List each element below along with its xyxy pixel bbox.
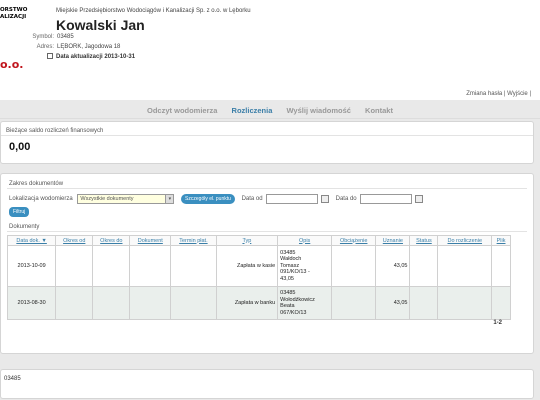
cell-type: Zapłata w banku <box>215 286 279 320</box>
pager: 1-2 <box>493 320 502 326</box>
cell-due-date <box>170 245 217 287</box>
cell-type: Zapłata w kasie <box>215 245 279 287</box>
cell-description: 03485 Wołodźkowicz Beata 067/KO/13 <box>277 286 333 320</box>
calendar-icon <box>47 53 53 59</box>
balance-panel: Bieżące saldo rozliczeń finansowych 0,00 <box>0 121 534 164</box>
filters-row: Lokalizacja wodomierza Wszystkie dokumen… <box>9 194 423 204</box>
cell-status <box>409 286 439 320</box>
balance-title: Bieżące saldo rozliczeń finansowych <box>6 128 104 134</box>
col-debit[interactable]: Obciążenie <box>331 235 377 246</box>
tab-settlements[interactable]: Rozliczenia <box>232 106 273 115</box>
logout-link[interactable]: Wyjście <box>507 91 528 97</box>
chevron-down-icon: ▾ <box>165 195 174 203</box>
cell-file <box>491 245 511 287</box>
cell-period-to <box>92 245 131 287</box>
cell-period-from <box>55 245 94 287</box>
table-header-row: Data dok. ▼ Okres od Okres do Dokument T… <box>6 235 511 246</box>
divider <box>7 231 527 232</box>
cell-document <box>129 245 172 287</box>
documents-panel: Zakres dokumentów Lokalizacja wodomierza… <box>0 173 534 354</box>
details-button[interactable]: Szczegóły el. punktu <box>181 194 235 204</box>
symbol-row: Symbol: 03485 <box>27 34 74 40</box>
tab-send-message[interactable]: Wyślij wiadomość <box>286 106 350 115</box>
cell-credit: 43,05 <box>375 286 411 320</box>
documents-title: Dokumenty <box>9 224 40 230</box>
location-select[interactable]: Wszystkie dokumenty ▾ <box>77 194 175 204</box>
customer-name: Kowalski Jan <box>56 17 145 33</box>
cell-period-from <box>55 286 94 320</box>
logo-line-2: ALIZACJI <box>0 14 27 20</box>
cell-due-date <box>170 286 217 320</box>
calendar-icon[interactable] <box>414 195 423 203</box>
location-selected: Wszystkie dokumenty <box>80 196 134 202</box>
col-type[interactable]: Typ <box>215 235 279 246</box>
col-description[interactable]: Opis <box>277 235 333 246</box>
col-to-settle[interactable]: Do rozliczenie <box>437 235 493 246</box>
date-from-label: Data od <box>241 196 263 202</box>
documents-table: Data dok. ▼ Okres od Okres do Dokument T… <box>6 235 511 320</box>
update-text: Data aktualizacji 2013-10-31 <box>56 54 136 60</box>
bottom-code: 03485 <box>4 376 21 382</box>
update-date: Data aktualizacji 2013-10-31 <box>47 53 135 60</box>
desc-line: 067/KO/13 <box>280 309 307 316</box>
main-tabs: Odczyt wodomierza Rozliczenia Wyślij wia… <box>0 106 540 119</box>
logo-line-1: ORSTWO <box>0 7 28 13</box>
cell-credit: 43,05 <box>375 245 411 287</box>
link-separator: | <box>503 91 506 97</box>
calendar-icon[interactable] <box>320 195 329 203</box>
logo-red-text: o.o. <box>0 58 24 71</box>
date-to-label: Data do <box>335 196 357 202</box>
cell-to-settle <box>437 245 493 287</box>
cell-debit <box>331 286 377 320</box>
symbol-value: 03485 <box>57 34 74 40</box>
top-links: Zmiana hasła | Wyjście | <box>466 91 531 97</box>
cell-to-settle <box>437 286 493 320</box>
change-password-link[interactable]: Zmiana hasła <box>466 91 502 97</box>
cell-status <box>409 245 439 287</box>
col-period-to[interactable]: Okres do <box>92 235 131 246</box>
divider <box>1 135 533 136</box>
address-value: LĘBORK, Jagodowa 18 <box>57 44 121 50</box>
logo-suffix: o.o. <box>0 58 23 71</box>
balance-value: 0,00 <box>9 141 31 153</box>
filter-button[interactable]: Filtruj <box>9 207 30 217</box>
tab-contact[interactable]: Kontakt <box>365 106 393 115</box>
cell-file <box>491 286 511 320</box>
date-to-input[interactable] <box>360 194 413 204</box>
divider <box>7 188 527 189</box>
table-row: 2013-08-30 Zapłata w banku 03485 Wołodźk… <box>6 286 511 320</box>
header: ORSTWO ALIZACJI o.o. Miejskie Przedsiębi… <box>0 0 540 100</box>
col-credit[interactable]: Uznanie <box>375 235 411 246</box>
company-logo: ORSTWO ALIZACJI <box>0 7 27 21</box>
col-status[interactable]: Status <box>409 235 439 246</box>
location-label: Lokalizacja wodomierza <box>9 196 73 202</box>
tab-meter-reading[interactable]: Odczyt wodomierza <box>147 106 217 115</box>
cell-document <box>129 286 172 320</box>
cell-description: 03485 Wałdoch Tomasz 091/KO/13 - 43,05 <box>277 245 333 287</box>
company-name: Miejskie Przedsiębiorstwo Wodociągów i K… <box>56 8 251 14</box>
cell-date: 2013-10-09 <box>6 245 57 287</box>
col-file[interactable]: Plik <box>491 235 511 246</box>
col-document[interactable]: Dokument <box>129 235 172 246</box>
cell-date: 2013-08-30 <box>6 286 57 320</box>
bottom-panel: 03485 <box>0 369 534 399</box>
cell-period-to <box>92 286 131 320</box>
table-row: 2013-10-09 Zapłata w kasie 03485 Wałdoch… <box>6 245 511 287</box>
desc-line: 43,05 <box>280 275 294 282</box>
link-separator-end: | <box>529 91 531 97</box>
col-period-from[interactable]: Okres od <box>55 235 94 246</box>
address-label: Adres: <box>36 44 54 50</box>
date-from-input[interactable] <box>266 194 319 204</box>
cell-debit <box>331 245 377 287</box>
col-due-date[interactable]: Termin płat. <box>170 235 217 246</box>
col-date[interactable]: Data dok. ▼ <box>6 235 57 246</box>
tabs-divider <box>0 118 540 119</box>
symbol-label: Symbol: <box>32 34 54 40</box>
document-range-title: Zakres dokumentów <box>9 181 64 187</box>
address-row: Adres: LĘBORK, Jagodowa 18 <box>27 44 121 50</box>
